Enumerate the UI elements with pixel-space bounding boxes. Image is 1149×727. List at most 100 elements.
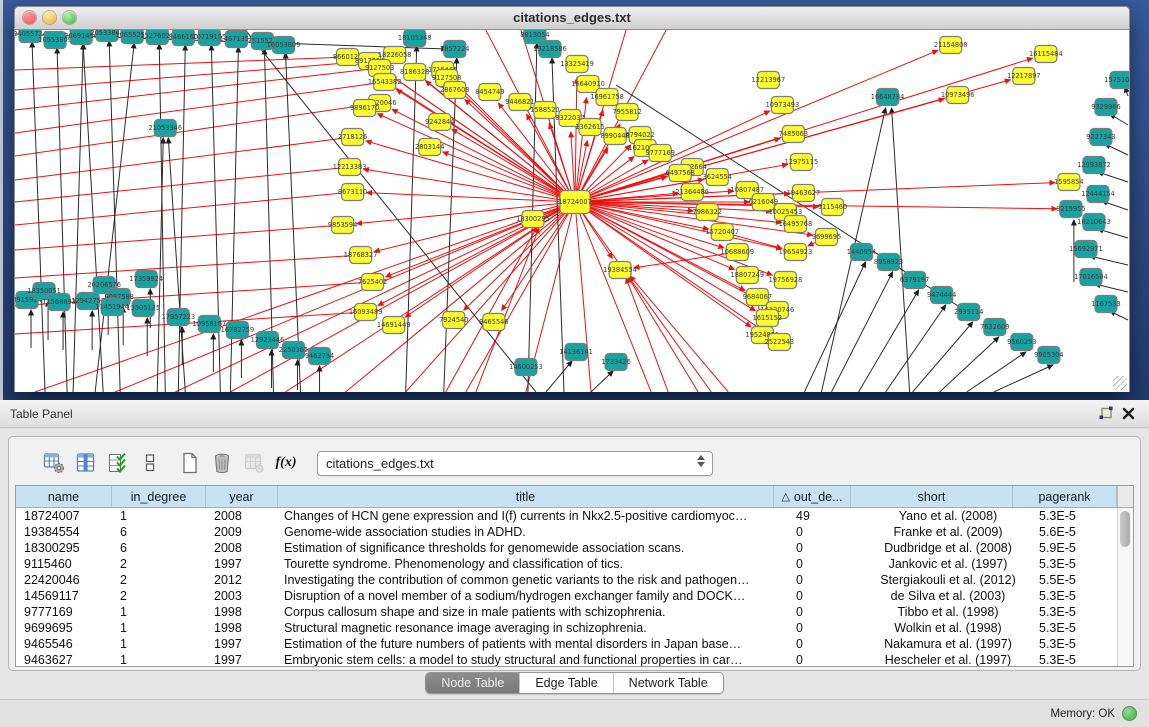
- graph-node[interactable]: 3624554: [703, 169, 732, 186]
- graph-edge[interactable]: [377, 114, 575, 202]
- graph-edge[interactable]: [628, 277, 698, 392]
- graph-node[interactable]: 9474444: [927, 287, 956, 304]
- graph-node[interactable]: 9465546: [479, 314, 508, 331]
- graph-edge[interactable]: [546, 361, 572, 392]
- graph-node[interactable]: 9853594: [328, 217, 357, 234]
- graph-node[interactable]: 18724007: [558, 191, 592, 214]
- graph-edge[interactable]: [15, 82, 385, 133]
- graph-node[interactable]: 12213383: [333, 159, 367, 176]
- graph-node[interactable]: 13505135: [126, 300, 160, 317]
- network-window[interactable]: citations_edges.txt 24055724105538092069…: [14, 6, 1130, 392]
- graph-node[interactable]: 7986322: [693, 204, 722, 221]
- graph-edge[interactable]: [575, 78, 577, 202]
- graph-node[interactable]: 12093872: [1077, 157, 1111, 174]
- graph-edge[interactable]: [940, 337, 999, 392]
- graph-node[interactable]: 7632609: [980, 319, 1009, 336]
- graph-node[interactable]: 9329966: [1091, 99, 1120, 116]
- graph-node[interactable]: 19756928: [769, 272, 803, 289]
- graph-node[interactable]: 1615152: [753, 310, 782, 327]
- graph-node[interactable]: 16210643: [1077, 214, 1111, 231]
- show-columns-button[interactable]: [73, 450, 99, 476]
- graph-edge[interactable]: [575, 202, 772, 275]
- graph-node[interactable]: 16115484: [1029, 46, 1063, 63]
- graph-edge[interactable]: [211, 45, 220, 392]
- graph-node[interactable]: 9462734: [305, 348, 334, 365]
- graph-edge[interactable]: [626, 278, 668, 392]
- graph-edge[interactable]: [575, 202, 591, 392]
- graph-node[interactable]: 2803144: [415, 139, 444, 156]
- graph-edge[interactable]: [95, 43, 134, 392]
- table-row[interactable]: 946554611997Estimation of the future num…: [16, 636, 1133, 652]
- graph-node[interactable]: 21154808: [934, 37, 968, 54]
- window-resize-grip[interactable]: [1113, 376, 1127, 390]
- table-row[interactable]: 946362711997Embryonic stem cells: a mode…: [16, 652, 1133, 666]
- graph-node[interactable]: 9905304: [1034, 347, 1063, 364]
- graph-node[interactable]: 12975115: [785, 154, 819, 171]
- graph-node[interactable]: 16093489: [349, 304, 383, 321]
- delete-table-button[interactable]: [209, 450, 235, 476]
- close-panel-button[interactable]: [1117, 404, 1139, 424]
- table-row[interactable]: 1830029562008Estimation of significance …: [16, 540, 1133, 556]
- graph-edge[interactable]: [15, 57, 348, 70]
- graph-node[interactable]: 1167533: [1091, 296, 1120, 313]
- graph-node[interactable]: 18768327: [344, 247, 378, 264]
- graph-node[interactable]: 12444154: [1081, 186, 1115, 203]
- graph-node[interactable]: 10973496: [941, 87, 975, 104]
- graph-edge[interactable]: [575, 50, 938, 202]
- table-selector-dropdown[interactable]: citations_edges.txt: [317, 451, 713, 476]
- graph-node[interactable]: 9560253: [1007, 334, 1036, 351]
- table-scrollbar[interactable]: [1117, 508, 1133, 666]
- table-scrollbar-thumb[interactable]: [1120, 511, 1130, 547]
- float-panel-button[interactable]: [1095, 404, 1117, 424]
- graph-edge[interactable]: [859, 290, 919, 392]
- graph-edge[interactable]: [630, 276, 728, 392]
- graph-node[interactable]: 8673110: [338, 184, 367, 201]
- graph-node[interactable]: 2935114: [954, 304, 983, 321]
- graph-node[interactable]: 7924540: [439, 312, 468, 329]
- network-window-titlebar[interactable]: citations_edges.txt: [15, 7, 1129, 30]
- graph-node[interactable]: 8454749: [475, 84, 504, 101]
- graph-node[interactable]: 9242844: [425, 114, 454, 131]
- column-header-short[interactable]: short: [851, 486, 1013, 507]
- column-header-in-degree[interactable]: in_degree: [112, 486, 206, 507]
- graph-node[interactable]: 12217897: [1007, 68, 1041, 85]
- graph-edge[interactable]: [575, 202, 782, 249]
- graph-node[interactable]: 7485063: [779, 126, 808, 143]
- clear-row-selection-button[interactable]: [137, 450, 163, 476]
- graph-node[interactable]: 15751074: [1104, 72, 1129, 89]
- memory-ok-indicator-icon[interactable]: [1122, 706, 1137, 721]
- graph-node[interactable]: 7857224: [440, 41, 469, 58]
- graph-edge[interactable]: [831, 272, 892, 392]
- tab-node-table[interactable]: Node Table: [426, 673, 520, 693]
- graph-node[interactable]: 1440954: [847, 244, 876, 261]
- graph-node[interactable]: 6379197: [900, 272, 929, 289]
- table-row[interactable]: 969969511998Structural magnetic resonanc…: [16, 620, 1133, 636]
- graph-node[interactable]: 2867608: [440, 82, 469, 99]
- graph-node[interactable]: 18807249: [731, 267, 765, 284]
- column-header-title[interactable]: title: [278, 486, 774, 507]
- table-row[interactable]: 1872400712008Changes of HCN gene express…: [16, 508, 1133, 524]
- graph-node[interactable]: 12213967: [752, 72, 786, 89]
- graph-edge[interactable]: [886, 305, 946, 392]
- table-row[interactable]: 911546021997Tourette syndrome. Phenomeno…: [16, 556, 1133, 572]
- graph-edge[interactable]: [230, 47, 238, 392]
- graph-edge[interactable]: [159, 44, 165, 392]
- table-row[interactable]: 1938455462009Genome-wide association stu…: [16, 524, 1133, 540]
- minimize-window-icon[interactable]: [43, 11, 56, 24]
- graph-edge[interactable]: [804, 262, 865, 392]
- function-builder-button[interactable]: f(x): [273, 450, 299, 476]
- graph-node[interactable]: 1595854: [1054, 174, 1083, 191]
- graph-node[interactable]: 2718126: [338, 129, 367, 146]
- graph-node[interactable]: 21053346: [148, 120, 182, 137]
- column-header-pagerank[interactable]: pagerank: [1013, 486, 1117, 507]
- graph-node[interactable]: 7955812: [612, 104, 641, 121]
- graph-edge[interactable]: [15, 255, 361, 278]
- graph-node[interactable]: 17359924: [129, 271, 163, 288]
- graph-edge[interactable]: [892, 108, 910, 392]
- graph-edge[interactable]: [1090, 256, 1128, 265]
- graph-node[interactable]: 14600253: [509, 359, 543, 376]
- table-row[interactable]: 2242004622012Investigating the contribut…: [16, 572, 1133, 588]
- column-header-year[interactable]: year: [206, 486, 278, 507]
- graph-node[interactable]: 9777169: [645, 145, 674, 162]
- graph-node[interactable]: 7625402: [358, 274, 387, 291]
